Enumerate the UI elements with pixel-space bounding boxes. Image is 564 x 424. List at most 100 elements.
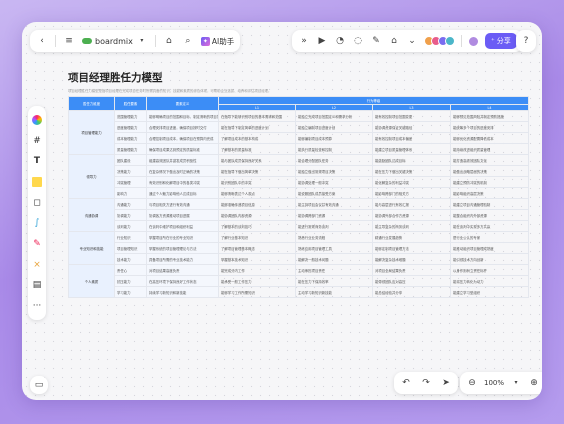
level-cell[interactable]: 能在指导下做出简单决策	[218, 165, 296, 177]
help-button[interactable]: ?	[516, 30, 536, 52]
zoom-out-icon[interactable]: ⊖	[466, 378, 478, 388]
mindmap-icon[interactable]: ⨯	[31, 259, 43, 271]
tag-icon[interactable]: ⌂	[163, 36, 175, 46]
definition-cell[interactable]: 能够明确项目的范围和目标，制定清晰的项目范围说明	[146, 110, 219, 122]
definition-cell[interactable]: 持续学习新知识和新技能	[146, 286, 219, 298]
level-cell[interactable]: 能独立编制项目进度计划	[295, 121, 373, 133]
level-cell[interactable]: 能协调外部合作方资源	[372, 209, 451, 221]
minimap-button[interactable]: ▭	[30, 376, 48, 394]
level-cell[interactable]: 能打造高绩效团队文化	[450, 154, 529, 166]
level-cell[interactable]: 能将压力转化为动力	[450, 275, 529, 287]
group-cell[interactable]: 项目管理能力	[68, 110, 115, 155]
level-cell[interactable]: 能建立预防冲突的机制	[450, 176, 529, 188]
sub-cell[interactable]: 项目管理知识	[114, 242, 147, 254]
level-cell[interactable]: 能协调团队内部资源	[218, 209, 296, 221]
level-cell[interactable]: 能够清晰表达个人观点	[218, 187, 296, 199]
group-cell[interactable]: 沟通协调	[68, 198, 115, 232]
level-cell[interactable]: 能影响组织高层决策	[450, 187, 529, 199]
collaborator-avatars[interactable]	[424, 36, 455, 46]
level-cell[interactable]: 能推动组织项目管理成熟度	[450, 242, 529, 254]
sub-cell[interactable]: 影响力	[114, 187, 147, 199]
definition-cell[interactable]: 在高压环境下保持良好工作状态	[146, 275, 219, 287]
level-cell[interactable]: 能整合组织内外部资源	[450, 209, 529, 221]
definition-cell[interactable]: 在复杂情况下做出及时正确的决策	[146, 165, 219, 177]
connector-icon[interactable]: ∫	[31, 217, 43, 229]
level-cell[interactable]: 是行业公认的专家	[450, 231, 529, 243]
level-cell[interactable]: 能解决一般技术问题	[295, 253, 373, 265]
redo-icon[interactable]: ↷	[420, 378, 432, 388]
definition-cell[interactable]: 合理控制项目成本，确保项目在预算内完成	[146, 132, 219, 144]
level-cell[interactable]: 能建立项目沟通管理机制	[450, 198, 529, 210]
level-cell[interactable]: 了解基本的质量标准	[218, 143, 296, 155]
sub-cell[interactable]: 冲突管理	[114, 176, 147, 188]
level-cell[interactable]: 能协调资源保证关键路径	[372, 121, 451, 133]
menu-icon[interactable]: ≡	[63, 36, 75, 46]
level-cell[interactable]: 主动学习新知识新技能	[295, 286, 373, 298]
level-cell[interactable]: 能在压力下做出关键决策	[372, 165, 451, 177]
level-cell[interactable]: 能识别团队中的冲突	[218, 176, 296, 188]
undo-icon[interactable]: ↶	[400, 378, 412, 388]
level-cell[interactable]: 能够定制项目管理方法	[372, 242, 451, 254]
level-cell[interactable]: 能说服团队成员接受方案	[295, 187, 373, 199]
chevron-down-icon[interactable]: ▾	[136, 38, 148, 44]
level-cell[interactable]: 能解决复杂技术难题	[372, 253, 451, 265]
level-cell[interactable]: 能协调处理一般冲突	[295, 176, 373, 188]
level-cell[interactable]: 能主持项目会议并有效沟通	[295, 198, 373, 210]
level-cell[interactable]: 能有效控制项目成本偏差	[372, 132, 451, 144]
logo-icon[interactable]	[31, 114, 43, 126]
level-cell[interactable]: 能有效控制项目范围变更	[372, 110, 451, 122]
level-cell[interactable]: 能在压力下保持效率	[295, 275, 373, 287]
timer-icon[interactable]: ◔	[334, 36, 346, 46]
level-cell[interactable]: 能协调跨部门资源	[295, 209, 373, 221]
sub-cell[interactable]: 决策能力	[114, 165, 147, 177]
definition-cell[interactable]: 有效识别和化解项目中的各类冲突	[146, 176, 219, 188]
level-cell[interactable]: 主动承担项目责任	[295, 264, 373, 276]
level-cell[interactable]: 了解项目成本的基本构成	[218, 132, 296, 144]
more-icon[interactable]: ···	[31, 300, 43, 312]
level-cell[interactable]: 了解基本的谈判技巧	[218, 220, 296, 232]
group-cell[interactable]: 专业知识和技能	[68, 231, 115, 265]
level-cell[interactable]: 掌握基本技术知识	[218, 253, 296, 265]
frame-icon[interactable]: #	[31, 135, 43, 147]
level-cell[interactable]: 能统筹多个项目的进度安排	[450, 121, 529, 133]
group-cell[interactable]: 领导力	[68, 154, 115, 199]
level-cell[interactable]: 能够编制项目成本预算	[295, 132, 373, 144]
sub-cell[interactable]: 范围管理能力	[114, 110, 147, 122]
sub-cell[interactable]: 沟通能力	[114, 198, 147, 210]
ai-assistant-button[interactable]: ✦ AI助手	[200, 36, 234, 47]
chevron-left-icon[interactable]: ‹	[36, 36, 48, 46]
level-cell[interactable]: 能够优化资源配置降低成本	[450, 132, 529, 144]
level-cell[interactable]: 能独立完成项目范围定义和需求分析	[295, 110, 373, 122]
zoom-level[interactable]: 100%	[484, 379, 504, 387]
search-icon[interactable]: ⌕	[182, 36, 194, 46]
app-brand[interactable]: boardmix ▾	[82, 37, 148, 46]
level-cell[interactable]: 能持续改进组织质量管理	[450, 143, 529, 155]
library-icon[interactable]: ⌂	[388, 36, 400, 46]
level-cell[interactable]: 了解行业基本知识	[218, 231, 296, 243]
level-cell[interactable]: 对项目全局结果负责	[372, 264, 451, 276]
definition-cell[interactable]: 在谈判中维护项目和组织利益	[146, 220, 219, 232]
definition-cell[interactable]: 具备项目所需的专业技术能力	[146, 253, 219, 265]
level-cell[interactable]: 在指导下能够识别项目的基本需求和范围	[218, 110, 296, 122]
level-cell[interactable]: 能激励团队达成目标	[372, 154, 451, 166]
definition-cell[interactable]: 掌握系统的项目管理理论与方法	[146, 242, 219, 254]
level-cell[interactable]: 能合理分配团队任务	[295, 154, 373, 166]
shape-icon[interactable]: ◻	[31, 197, 43, 209]
level-cell[interactable]: 能建立学习型组织	[450, 286, 529, 298]
play-icon[interactable]: ▶	[316, 36, 328, 46]
sub-cell[interactable]: 成本管理能力	[114, 132, 147, 144]
text-icon[interactable]: T	[31, 155, 43, 167]
level-cell[interactable]: 精通行业发展趋势	[372, 231, 451, 243]
level-cell[interactable]: 能够准确传递项目信息	[218, 198, 296, 210]
cursor-icon[interactable]: ➤	[440, 378, 452, 388]
level-cell[interactable]: 了解项目管理基本概念	[218, 242, 296, 254]
definition-cell[interactable]: 协调各方资源推动项目进展	[146, 209, 219, 221]
sub-cell[interactable]: 责任心	[114, 264, 147, 276]
level-cell[interactable]: 能在指导下制定简单的进度计划	[218, 121, 296, 133]
pen-icon[interactable]: ✎	[31, 238, 43, 250]
sub-cell[interactable]: 谈判能力	[114, 220, 147, 232]
level-cell[interactable]: 熟悉行业业务流程	[295, 231, 373, 243]
level-cell[interactable]: 能建立项目质量管理体系	[372, 143, 451, 155]
level-cell[interactable]: 能独立做出常规项目决策	[295, 165, 373, 177]
level-cell[interactable]: 能执行质量检查和控制	[295, 143, 373, 155]
